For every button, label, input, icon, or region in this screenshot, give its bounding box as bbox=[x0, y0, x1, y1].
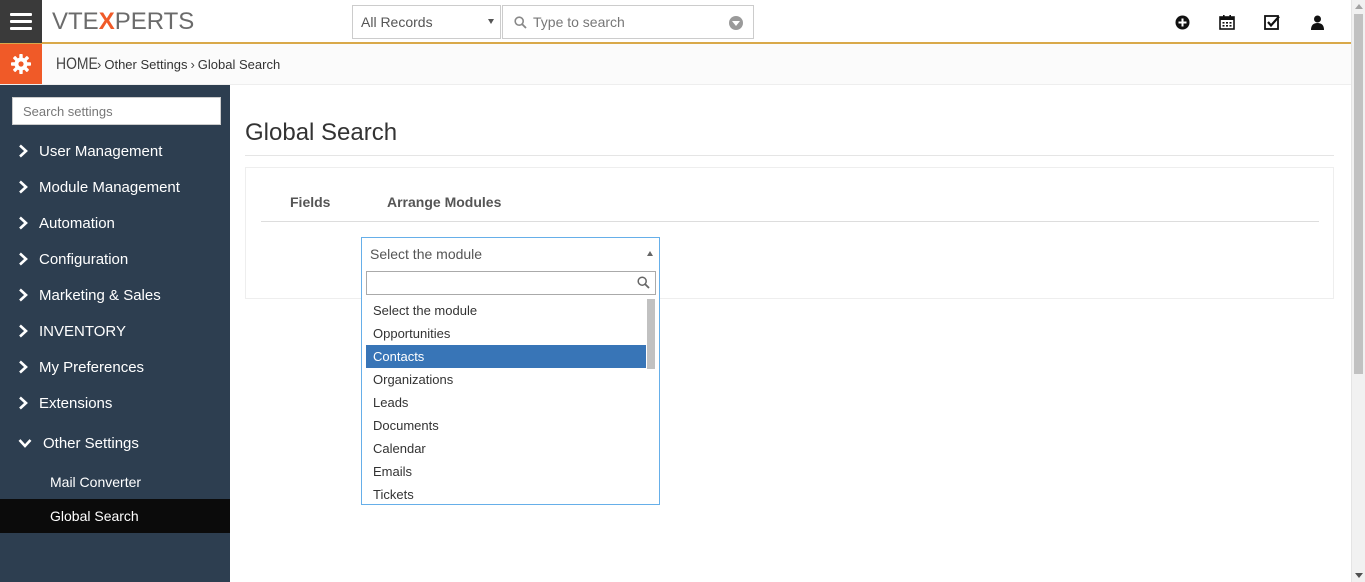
breadcrumb-global-search: Global Search bbox=[197, 57, 281, 72]
module-option[interactable]: Organizations bbox=[366, 368, 646, 391]
sidebar-item-label: Other Settings bbox=[43, 434, 139, 452]
sidebar-item-label: Module Management bbox=[39, 178, 180, 196]
sidebar-item-label: My Preferences bbox=[39, 358, 145, 376]
breadcrumb: HOME › Other Settings › Global Search bbox=[56, 54, 280, 74]
module-search-input[interactable] bbox=[366, 271, 656, 295]
gear-icon bbox=[11, 54, 31, 74]
sidebar-item-label: User Management bbox=[39, 142, 163, 160]
plus-circle-icon[interactable] bbox=[1172, 12, 1192, 32]
module-option[interactable]: Leads bbox=[366, 391, 646, 414]
app-logo[interactable]: VTEXPERTS bbox=[52, 9, 194, 35]
chevron-right-icon bbox=[18, 288, 32, 302]
search-icon bbox=[637, 276, 650, 294]
sidebar-item-automation[interactable]: Automation bbox=[0, 205, 230, 241]
sidebar-item-my-preferences[interactable]: My Preferences bbox=[0, 349, 230, 385]
top-bar: VTEXPERTS All Records Type to search bbox=[0, 0, 1351, 44]
options-scrollbar-thumb[interactable] bbox=[647, 299, 655, 369]
breadcrumb-home[interactable]: HOME bbox=[56, 54, 98, 74]
sidebar-item-configuration[interactable]: Configuration bbox=[0, 241, 230, 277]
module-option[interactable]: Tickets bbox=[366, 483, 646, 503]
chevron-right-icon bbox=[18, 360, 32, 374]
module-select-value: Select the module bbox=[370, 246, 483, 262]
chevron-right-icon bbox=[18, 144, 32, 158]
caret-up-icon bbox=[647, 251, 653, 256]
breadcrumb-bar: HOME › Other Settings › Global Search bbox=[0, 44, 1351, 85]
page-title: Global Search bbox=[245, 119, 398, 146]
chevron-right-icon bbox=[18, 252, 32, 266]
sidebar-subitem-label: Global Search bbox=[50, 508, 139, 524]
tab-fields[interactable]: Fields bbox=[290, 194, 330, 210]
module-option-highlighted[interactable]: Contacts bbox=[366, 345, 646, 368]
settings-menu: User Management Module Management Automa… bbox=[0, 133, 230, 533]
task-check-icon[interactable] bbox=[1262, 12, 1282, 32]
scroll-up-icon[interactable] bbox=[1355, 4, 1363, 9]
search-options-icon[interactable] bbox=[729, 16, 743, 30]
breadcrumb-separator: › bbox=[190, 57, 195, 72]
breadcrumb-other-settings[interactable]: Other Settings bbox=[104, 57, 187, 72]
options-scrollbar[interactable] bbox=[646, 299, 656, 503]
chevron-right-icon bbox=[18, 396, 32, 410]
search-placeholder: Type to search bbox=[533, 14, 625, 30]
module-options-list: Select the module Opportunities Contacts… bbox=[366, 299, 656, 503]
search-icon bbox=[514, 16, 527, 32]
sidebar-item-label: Configuration bbox=[39, 250, 129, 268]
module-option[interactable]: Emails bbox=[366, 460, 646, 483]
chevron-right-icon bbox=[18, 180, 32, 194]
caret-down-icon bbox=[488, 19, 494, 24]
tab-bar: Fields Arrange Modules bbox=[261, 194, 1319, 222]
sidebar-subitem-label: Mail Converter bbox=[50, 474, 142, 490]
module-option[interactable]: Documents bbox=[366, 414, 646, 437]
sidebar-subitem-global-search[interactable]: Global Search bbox=[0, 499, 230, 533]
header-actions bbox=[1172, 12, 1327, 32]
hamburger-icon bbox=[10, 13, 32, 16]
settings-search-placeholder: Search settings bbox=[23, 104, 113, 119]
module-option[interactable]: Select the module bbox=[366, 299, 646, 322]
module-dropdown: Select the module Opportunities Contacts… bbox=[361, 269, 660, 505]
tab-arrange-modules[interactable]: Arrange Modules bbox=[387, 194, 501, 210]
settings-search-input[interactable]: Search settings bbox=[12, 97, 221, 125]
scroll-down-icon[interactable] bbox=[1355, 573, 1363, 578]
main-content: Global Search Fields Arrange Modules Sel… bbox=[230, 85, 1351, 582]
page-scrollbar[interactable] bbox=[1351, 0, 1365, 582]
module-option[interactable]: Calendar bbox=[366, 437, 646, 460]
calendar-icon[interactable] bbox=[1217, 12, 1237, 32]
chevron-down-icon bbox=[18, 438, 36, 448]
sidebar-item-label: Marketing & Sales bbox=[39, 286, 161, 304]
sidebar-item-module-management[interactable]: Module Management bbox=[0, 169, 230, 205]
sidebar-item-inventory[interactable]: INVENTORY bbox=[0, 313, 230, 349]
global-search-input[interactable]: Type to search bbox=[502, 5, 754, 39]
sidebar-item-marketing-sales[interactable]: Marketing & Sales bbox=[0, 277, 230, 313]
sidebar-item-label: INVENTORY bbox=[39, 322, 126, 340]
chevron-right-icon bbox=[18, 216, 32, 230]
chevron-right-icon bbox=[18, 324, 32, 338]
record-filter-value: All Records bbox=[361, 14, 433, 30]
module-option[interactable]: Opportunities bbox=[366, 322, 646, 345]
page-scrollbar-thumb[interactable] bbox=[1354, 14, 1363, 374]
sidebar-subitem-mail-converter[interactable]: Mail Converter bbox=[0, 465, 230, 499]
sidebar-item-user-management[interactable]: User Management bbox=[0, 133, 230, 169]
divider bbox=[245, 155, 1334, 156]
menu-toggle-button[interactable] bbox=[0, 0, 42, 43]
settings-sidebar: Search settings User Management Module M… bbox=[0, 85, 230, 582]
sidebar-item-label: Extensions bbox=[39, 394, 113, 412]
module-select[interactable]: Select the module bbox=[361, 237, 660, 270]
user-icon[interactable] bbox=[1307, 12, 1327, 32]
sidebar-item-label: Automation bbox=[39, 214, 115, 232]
settings-button[interactable] bbox=[0, 44, 42, 84]
record-filter-select[interactable]: All Records bbox=[352, 5, 501, 39]
sidebar-item-extensions[interactable]: Extensions bbox=[0, 385, 230, 421]
sidebar-item-other-settings[interactable]: Other Settings bbox=[0, 421, 230, 465]
